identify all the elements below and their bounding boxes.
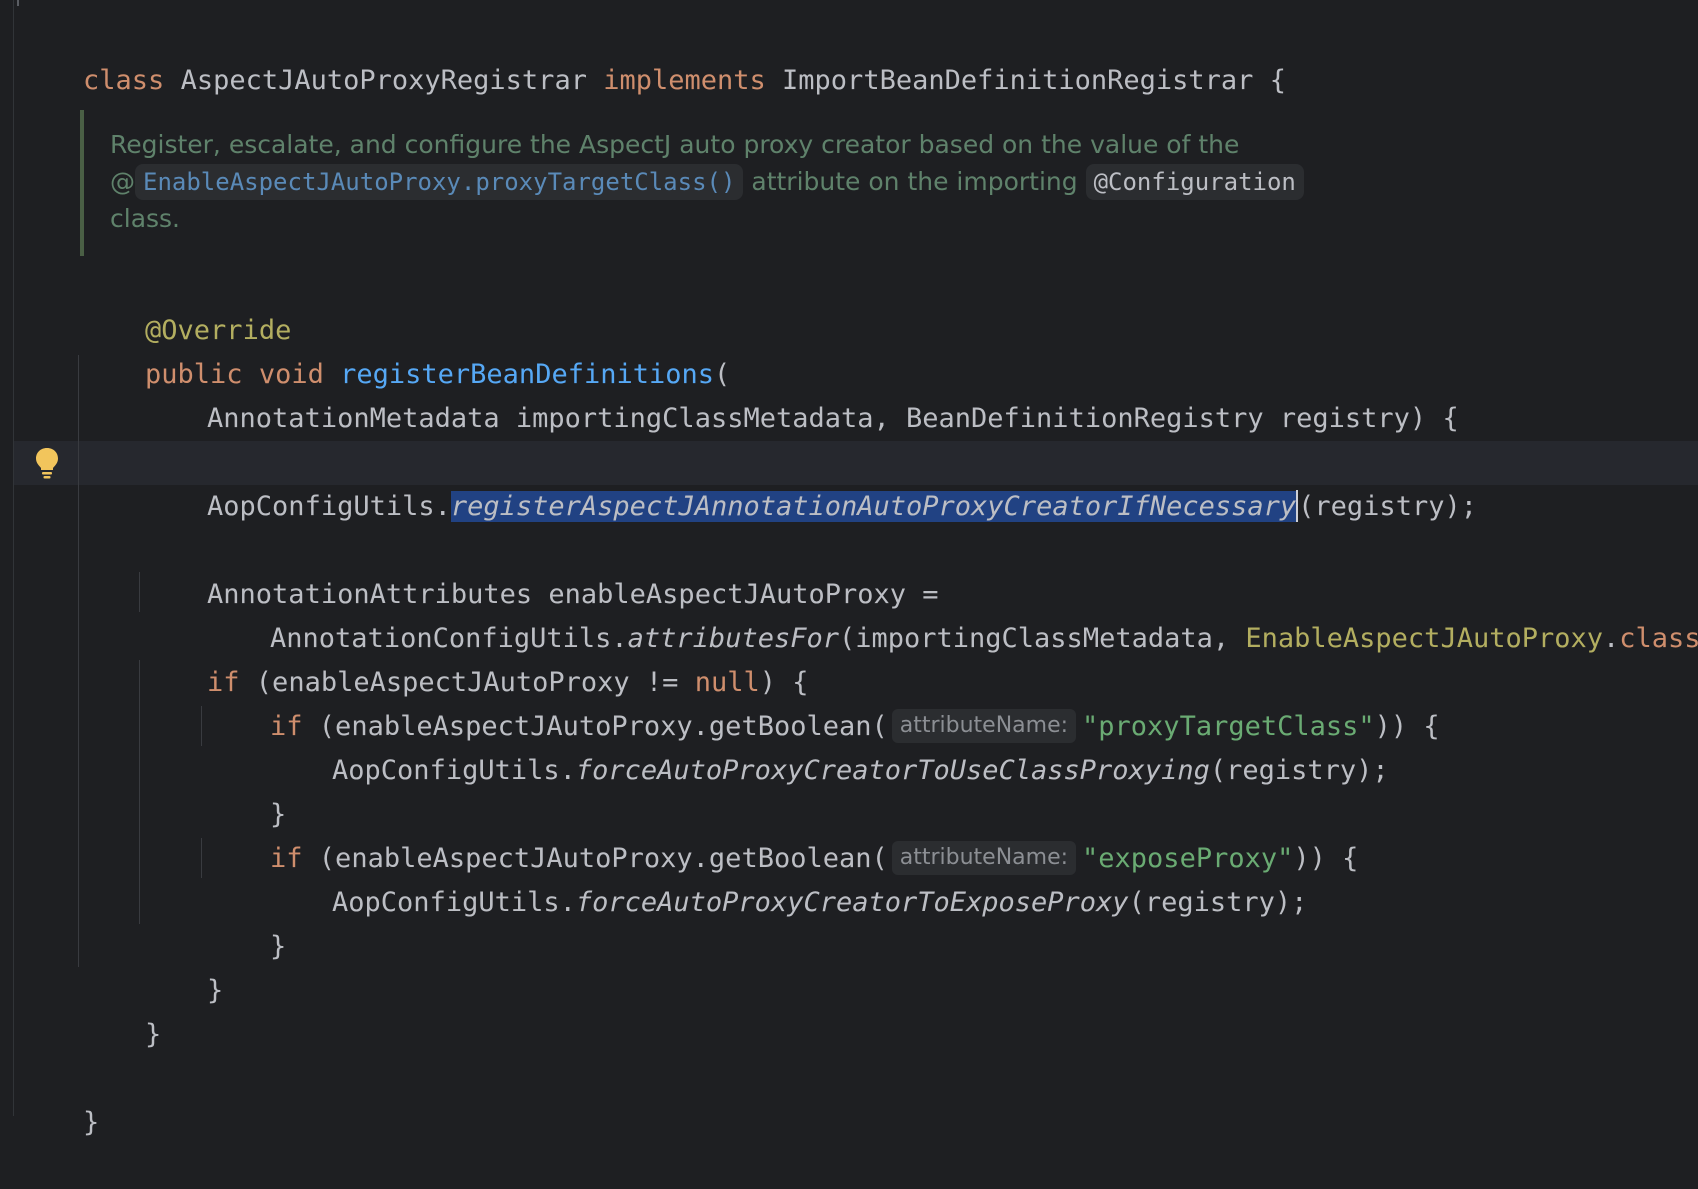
close-brace: } [207, 975, 224, 1006]
indent-guide [78, 355, 79, 967]
code-line-register[interactable]: AopConfigUtils.registerAspectJAnnotation… [142, 441, 1477, 522]
code-line-if-expose-proxy[interactable]: if (enableAspectJAutoProxy.getBoolean(at… [205, 793, 1358, 875]
code-line-method-signature[interactable]: public void registerBeanDefinitions( [80, 309, 730, 390]
code-line-attributes[interactable]: AnnotationAttributes enableAspectJAutoPr… [142, 529, 939, 610]
code-line-params[interactable]: AnnotationMetadata importingClassMetadat… [142, 353, 1459, 434]
indent-guide [201, 706, 202, 746]
close-brace: } [145, 1019, 162, 1050]
force-class-suffix: (registry); [1209, 755, 1389, 786]
indent-guide [139, 660, 140, 924]
doc-link-proxy-target-class[interactable]: EnableAspectJAutoProxy.proxyTargetClass(… [135, 164, 744, 200]
keyword-class-literal: class [1619, 623, 1698, 654]
register-suffix: (registry); [1298, 491, 1477, 522]
force-expose-method: forceAutoProxyCreatorToExposeProxy [575, 887, 1129, 918]
code-editor[interactable]: class AspectJAutoProxyRegistrar implemen… [0, 0, 1698, 1138]
keyword-implements: implements [603, 65, 766, 96]
doc-code-configuration: @Configuration [1085, 164, 1304, 200]
force-class-method: forceAutoProxyCreatorToUseClassProxying [575, 755, 1210, 786]
lightbulb-icon[interactable] [33, 446, 61, 480]
doc-line-1: Register, escalate, and configure the As… [110, 130, 1240, 159]
attrs-dot: . [1603, 623, 1620, 654]
code-line-override[interactable]: @Override [80, 265, 291, 346]
code-line-close-brace[interactable]: } [142, 925, 223, 1006]
code-line-attributes-for[interactable]: AnnotationConfigUtils.attributesFor(impo… [205, 573, 1698, 654]
code-line-close-brace[interactable]: } [80, 969, 161, 1050]
params-text: AnnotationMetadata importingClassMetadat… [207, 403, 1459, 434]
code-line-if-not-null[interactable]: if (enableAspectJAutoProxy != null) { [142, 617, 808, 698]
doc-text-mid: attribute on the importing [743, 167, 1086, 196]
gutter-fold-marker [17, 0, 19, 6]
code-line-class-declaration[interactable]: class AspectJAutoProxyRegistrar implemen… [18, 15, 1286, 96]
indent-guide [201, 838, 202, 878]
keyword-class: class [83, 65, 165, 96]
force-class-prefix: AopConfigUtils. [332, 755, 576, 786]
gutter-border [13, 0, 14, 1116]
force-expose-prefix: AopConfigUtils. [332, 887, 576, 918]
force-expose-suffix: (registry); [1128, 887, 1308, 918]
class-name: AspectJAutoProxyRegistrar [164, 65, 604, 96]
code-line-force-expose-proxy[interactable]: AopConfigUtils.forceAutoProxyCreatorToEx… [267, 837, 1307, 918]
interface-name: ImportBeanDefinitionRegistrar { [765, 65, 1286, 96]
code-line-close-brace[interactable]: } [205, 881, 286, 962]
code-line-if-proxy-target-class[interactable]: if (enableAspectJAutoProxy.getBoolean(at… [205, 661, 1440, 743]
attrs-class-ref: EnableAspectJAutoProxy [1245, 623, 1603, 654]
doc-line-2: @ EnableAspectJAutoProxy.proxyTargetClass… [110, 164, 1304, 200]
doc-line-3: class. [110, 204, 181, 233]
code-line-force-class-proxying[interactable]: AopConfigUtils.forceAutoProxyCreatorToUs… [267, 705, 1389, 786]
indent-guide [139, 572, 140, 612]
doc-at-sign: @ [110, 167, 135, 196]
selected-method-register[interactable]: registerAspectJAnnotationAutoProxyCreato… [450, 491, 1297, 522]
register-prefix: AopConfigUtils. [207, 491, 451, 522]
code-line-close-brace[interactable]: } [18, 1057, 99, 1138]
close-brace: } [270, 931, 287, 962]
attrs-args: (importingClassMetadata, [838, 623, 1246, 654]
code-line-close-brace[interactable]: } [205, 749, 286, 830]
close-brace: } [83, 1107, 100, 1138]
doc-comment-block[interactable]: Register, escalate, and configure the As… [80, 110, 1384, 256]
